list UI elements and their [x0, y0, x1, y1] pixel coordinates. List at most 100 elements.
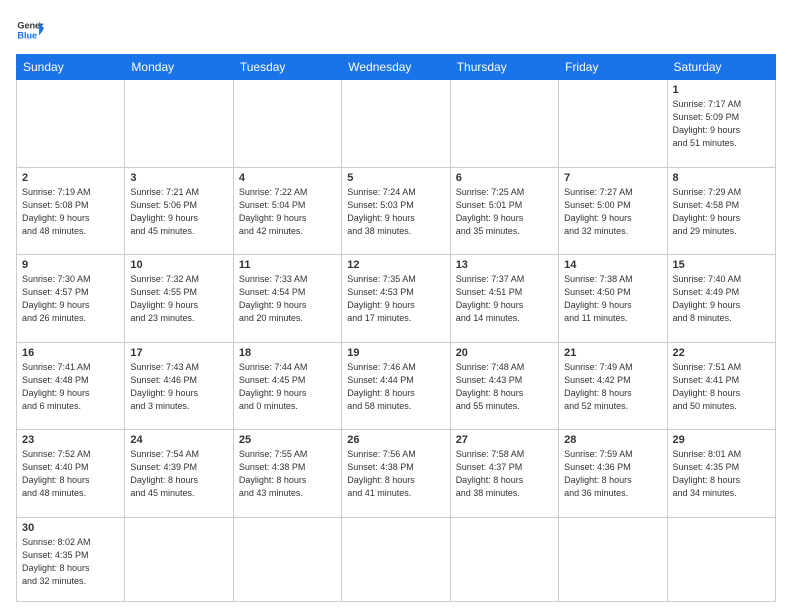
day-info: Sunrise: 7:22 AM Sunset: 5:04 PM Dayligh… — [239, 186, 336, 238]
day-info: Sunrise: 7:51 AM Sunset: 4:41 PM Dayligh… — [673, 361, 770, 413]
day-info: Sunrise: 7:49 AM Sunset: 4:42 PM Dayligh… — [564, 361, 661, 413]
day-number: 14 — [564, 259, 661, 271]
calendar-cell: 11Sunrise: 7:33 AM Sunset: 4:54 PM Dayli… — [233, 255, 341, 343]
day-info: Sunrise: 8:01 AM Sunset: 4:35 PM Dayligh… — [673, 448, 770, 500]
weekday-thursday: Thursday — [450, 55, 558, 80]
day-number: 6 — [456, 172, 553, 184]
calendar-cell: 4 Sunrise: 7:22 AM Sunset: 5:04 PM Daylig… — [233, 167, 341, 255]
calendar-cell — [342, 517, 450, 601]
calendar-week-row: 1Sunrise: 7:17 AM Sunset: 5:09 PM Daylig… — [17, 80, 776, 168]
day-number: 18 — [239, 347, 336, 359]
calendar-week-row: 16 Sunrise: 7:41 AM Sunset: 4:48 PM Dayli… — [17, 342, 776, 430]
calendar-table: SundayMondayTuesdayWednesdayThursdayFrid… — [16, 54, 776, 602]
calendar-cell: 2 Sunrise: 7:19 AM Sunset: 5:08 PM Daylig… — [17, 167, 125, 255]
day-info: Sunrise: 7:58 AM Sunset: 4:37 PM Dayligh… — [456, 448, 553, 500]
day-info: Sunrise: 7:27 AM Sunset: 5:00 PM Dayligh… — [564, 186, 661, 238]
calendar-cell: 18 Sunrise: 7:44 AM Sunset: 4:45 PM Dayli… — [233, 342, 341, 430]
day-number: 4 — [239, 172, 336, 184]
day-info: Sunrise: 7:44 AM Sunset: 4:45 PM Dayligh… — [239, 361, 336, 413]
calendar-cell — [125, 80, 233, 168]
calendar-cell: 26Sunrise: 7:56 AM Sunset: 4:38 PM Dayli… — [342, 430, 450, 518]
day-info: Sunrise: 7:59 AM Sunset: 4:36 PM Dayligh… — [564, 448, 661, 500]
weekday-sunday: Sunday — [17, 55, 125, 80]
day-number: 12 — [347, 259, 444, 271]
calendar-cell: 23 Sunrise: 7:52 AM Sunset: 4:40 PM Dayli… — [17, 430, 125, 518]
calendar-cell — [233, 517, 341, 601]
weekday-monday: Monday — [125, 55, 233, 80]
calendar-cell: 9 Sunrise: 7:30 AM Sunset: 4:57 PM Daylig… — [17, 255, 125, 343]
calendar-cell: 21 Sunrise: 7:49 AM Sunset: 4:42 PM Dayli… — [559, 342, 667, 430]
day-info: Sunrise: 7:52 AM Sunset: 4:40 PM Dayligh… — [22, 448, 119, 500]
day-info: Sunrise: 7:24 AM Sunset: 5:03 PM Dayligh… — [347, 186, 444, 238]
day-number: 27 — [456, 434, 553, 446]
day-number: 9 — [22, 259, 119, 271]
day-info: Sunrise: 7:30 AM Sunset: 4:57 PM Dayligh… — [22, 273, 119, 325]
day-info: Sunrise: 7:38 AM Sunset: 4:50 PM Dayligh… — [564, 273, 661, 325]
day-info: Sunrise: 7:21 AM Sunset: 5:06 PM Dayligh… — [130, 186, 227, 238]
weekday-saturday: Saturday — [667, 55, 775, 80]
day-info: Sunrise: 7:46 AM Sunset: 4:44 PM Dayligh… — [347, 361, 444, 413]
day-number: 17 — [130, 347, 227, 359]
day-info: Sunrise: 7:40 AM Sunset: 4:49 PM Dayligh… — [673, 273, 770, 325]
calendar-cell: 28Sunrise: 7:59 AM Sunset: 4:36 PM Dayli… — [559, 430, 667, 518]
day-number: 20 — [456, 347, 553, 359]
day-number: 26 — [347, 434, 444, 446]
calendar-cell — [233, 80, 341, 168]
day-number: 21 — [564, 347, 661, 359]
day-number: 10 — [130, 259, 227, 271]
calendar-cell — [450, 80, 558, 168]
svg-text:Blue: Blue — [17, 30, 37, 40]
page: General Blue SundayMondayTuesdayWednesda… — [0, 0, 792, 612]
calendar-cell — [342, 80, 450, 168]
calendar-cell: 17Sunrise: 7:43 AM Sunset: 4:46 PM Dayli… — [125, 342, 233, 430]
day-number: 13 — [456, 259, 553, 271]
calendar-cell: 15 Sunrise: 7:40 AM Sunset: 4:49 PM Dayli… — [667, 255, 775, 343]
day-info: Sunrise: 7:35 AM Sunset: 4:53 PM Dayligh… — [347, 273, 444, 325]
calendar-cell: 20 Sunrise: 7:48 AM Sunset: 4:43 PM Dayli… — [450, 342, 558, 430]
calendar-cell: 30Sunrise: 8:02 AM Sunset: 4:35 PM Dayli… — [17, 517, 125, 601]
day-info: Sunrise: 7:41 AM Sunset: 4:48 PM Dayligh… — [22, 361, 119, 413]
day-number: 29 — [673, 434, 770, 446]
calendar-cell — [667, 517, 775, 601]
calendar-cell: 13 Sunrise: 7:37 AM Sunset: 4:51 PM Dayli… — [450, 255, 558, 343]
day-number: 15 — [673, 259, 770, 271]
calendar-cell: 6 Sunrise: 7:25 AM Sunset: 5:01 PM Daylig… — [450, 167, 558, 255]
calendar-cell: 16 Sunrise: 7:41 AM Sunset: 4:48 PM Dayli… — [17, 342, 125, 430]
general-blue-logo-icon: General Blue — [16, 16, 44, 44]
day-number: 1 — [673, 84, 770, 96]
day-info: Sunrise: 7:55 AM Sunset: 4:38 PM Dayligh… — [239, 448, 336, 500]
calendar-week-row: 30Sunrise: 8:02 AM Sunset: 4:35 PM Dayli… — [17, 517, 776, 601]
calendar-cell: 29 Sunrise: 8:01 AM Sunset: 4:35 PM Dayli… — [667, 430, 775, 518]
day-info: Sunrise: 7:32 AM Sunset: 4:55 PM Dayligh… — [130, 273, 227, 325]
day-number: 7 — [564, 172, 661, 184]
day-info: Sunrise: 7:19 AM Sunset: 5:08 PM Dayligh… — [22, 186, 119, 238]
weekday-friday: Friday — [559, 55, 667, 80]
calendar-cell: 1Sunrise: 7:17 AM Sunset: 5:09 PM Daylig… — [667, 80, 775, 168]
calendar-cell — [559, 517, 667, 601]
day-info: Sunrise: 7:48 AM Sunset: 4:43 PM Dayligh… — [456, 361, 553, 413]
day-number: 8 — [673, 172, 770, 184]
day-info: Sunrise: 7:54 AM Sunset: 4:39 PM Dayligh… — [130, 448, 227, 500]
calendar-cell — [559, 80, 667, 168]
day-info: Sunrise: 7:29 AM Sunset: 4:58 PM Dayligh… — [673, 186, 770, 238]
calendar-cell: 19 Sunrise: 7:46 AM Sunset: 4:44 PM Dayli… — [342, 342, 450, 430]
calendar-cell: 25Sunrise: 7:55 AM Sunset: 4:38 PM Dayli… — [233, 430, 341, 518]
calendar-cell: 27 Sunrise: 7:58 AM Sunset: 4:37 PM Dayli… — [450, 430, 558, 518]
day-number: 19 — [347, 347, 444, 359]
calendar-cell: 14 Sunrise: 7:38 AM Sunset: 4:50 PM Dayli… — [559, 255, 667, 343]
day-number: 23 — [22, 434, 119, 446]
day-number: 16 — [22, 347, 119, 359]
day-number: 2 — [22, 172, 119, 184]
day-number: 30 — [22, 522, 119, 534]
calendar-cell — [17, 80, 125, 168]
calendar-cell: 5Sunrise: 7:24 AM Sunset: 5:03 PM Daylig… — [342, 167, 450, 255]
weekday-header-row: SundayMondayTuesdayWednesdayThursdayFrid… — [17, 55, 776, 80]
calendar-cell: 24Sunrise: 7:54 AM Sunset: 4:39 PM Dayli… — [125, 430, 233, 518]
day-number: 11 — [239, 259, 336, 271]
calendar-week-row: 9 Sunrise: 7:30 AM Sunset: 4:57 PM Daylig… — [17, 255, 776, 343]
calendar-cell — [125, 517, 233, 601]
day-info: Sunrise: 7:25 AM Sunset: 5:01 PM Dayligh… — [456, 186, 553, 238]
day-info: Sunrise: 7:37 AM Sunset: 4:51 PM Dayligh… — [456, 273, 553, 325]
calendar-cell — [450, 517, 558, 601]
weekday-tuesday: Tuesday — [233, 55, 341, 80]
